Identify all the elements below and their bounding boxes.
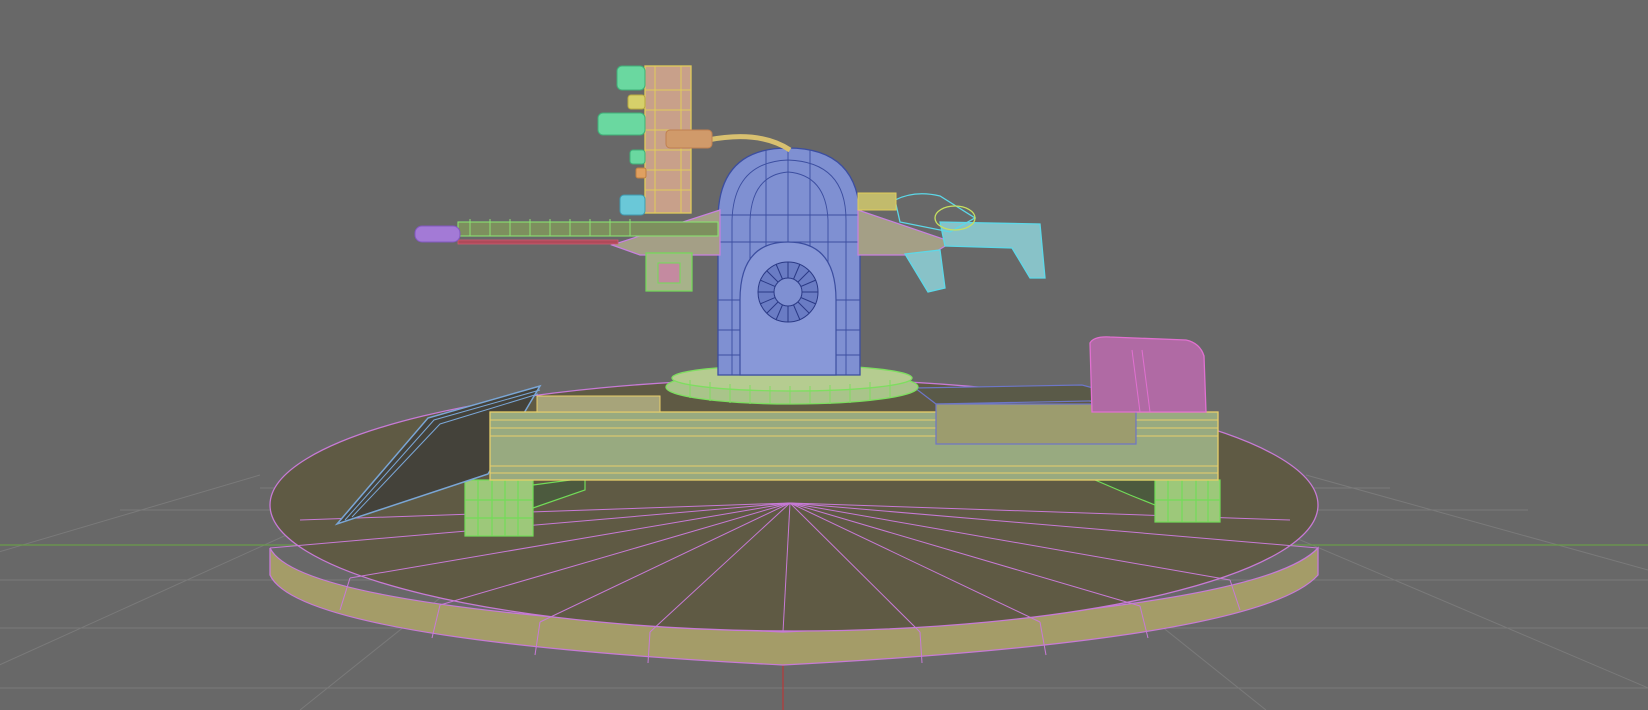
ammo-tower[interactable] [644, 65, 693, 292]
muzzle[interactable] [414, 225, 461, 243]
3d-viewport[interactable] [0, 0, 1648, 710]
feed-cable [665, 129, 792, 153]
knobs[interactable] [597, 65, 647, 216]
pink-cap[interactable] [1089, 336, 1207, 413]
turret-dome[interactable] [717, 147, 861, 376]
rifle-receiver[interactable] [857, 192, 897, 211]
